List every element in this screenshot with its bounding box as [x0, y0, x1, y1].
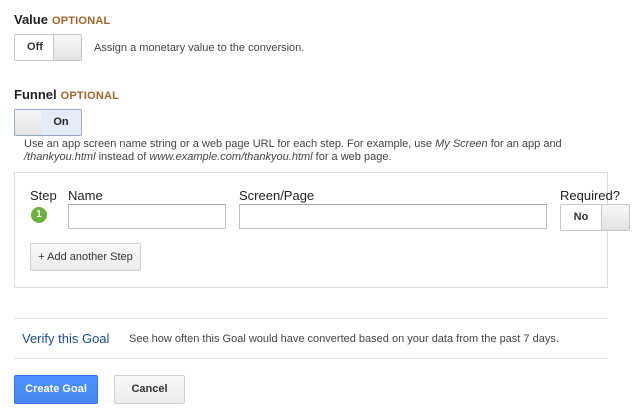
column-header-screen-page: Screen/Page: [239, 188, 315, 203]
value-section-header: Value OPTIONAL: [14, 11, 110, 29]
funnel-help-part4: for a web page.: [312, 151, 392, 163]
value-title: Value: [14, 12, 48, 27]
value-description: Assign a monetary value to the conversio…: [94, 42, 305, 54]
funnel-toggle[interactable]: On: [14, 109, 82, 136]
step-required-knob: [601, 205, 629, 230]
value-toggle-label: Off: [15, 35, 55, 60]
verify-description: See how often this Goal would have conve…: [129, 333, 559, 345]
funnel-title: Funnel: [14, 87, 57, 102]
funnel-section-header: Funnel OPTIONAL: [14, 86, 119, 104]
step-number-badge: 1: [31, 207, 47, 223]
value-optional-label: OPTIONAL: [51, 15, 111, 27]
funnel-help-part1: Use an app screen name string or a web p…: [24, 138, 436, 150]
column-header-name: Name: [68, 188, 103, 203]
step-name-input[interactable]: [68, 204, 226, 229]
verify-goal-link[interactable]: Verify this Goal: [22, 331, 109, 346]
funnel-help-part2: for an app and: [487, 138, 562, 150]
add-another-step-button[interactable]: + Add another Step: [30, 243, 141, 271]
funnel-help-example-full-url: www.example.com/thankyou.html: [149, 151, 313, 163]
create-goal-button[interactable]: Create Goal: [14, 375, 98, 404]
step-required-label: No: [561, 205, 601, 230]
funnel-help-part3: instead of: [95, 151, 150, 163]
value-toggle[interactable]: Off: [14, 34, 82, 61]
verify-bottom-divider: [14, 358, 608, 359]
cancel-button[interactable]: Cancel: [114, 375, 185, 404]
funnel-help-text: Use an app screen name string or a web p…: [24, 138, 614, 164]
value-toggle-knob: [53, 35, 81, 60]
verify-top-divider: [14, 318, 608, 319]
column-header-required: Required?: [560, 188, 620, 203]
funnel-toggle-knob: [15, 110, 43, 135]
funnel-help-example-url: /thankyou.html: [24, 151, 96, 163]
funnel-toggle-label: On: [41, 110, 81, 135]
funnel-optional-label: OPTIONAL: [60, 90, 120, 102]
step-screen-page-input[interactable]: [239, 204, 547, 229]
funnel-help-example-app: My Screen: [435, 138, 488, 150]
column-header-step: Step: [30, 188, 57, 203]
step-required-toggle[interactable]: No: [560, 204, 630, 231]
